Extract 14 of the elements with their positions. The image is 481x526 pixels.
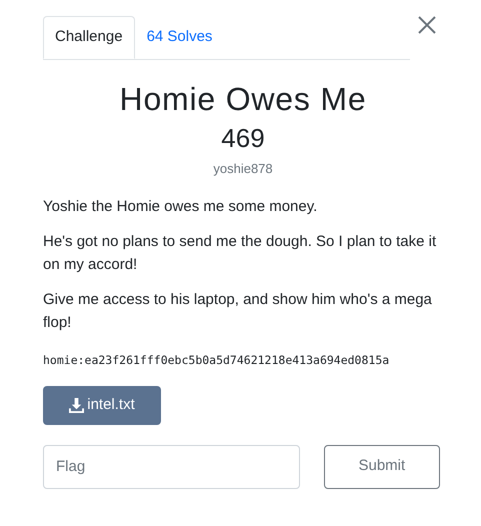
download-icon: [69, 398, 84, 412]
description-paragraph: Yoshie the Homie owes me some money.: [43, 196, 318, 216]
flag-field[interactable]: Flag: [43, 444, 300, 488]
tab[interactable]: Challenge: [43, 16, 135, 59]
close-button[interactable]: [417, 15, 437, 35]
tab[interactable]: 64 Solves: [134, 16, 224, 59]
download-button[interactable]: intel.txt: [43, 386, 161, 424]
author: yoshie878: [213, 160, 273, 178]
description-paragraph: Give me access to his laptop, and show him who's a mega flop!: [43, 290, 433, 332]
description-paragraph: He's got no plans to send me the dough. So I plan to take it on my accord!: [43, 232, 438, 274]
credentials-code: homie:ea23f261fff0ebc5b0a5d74621218e413a694ed0815a: [43, 352, 390, 366]
points: 469: [220, 122, 266, 155]
submit-button[interactable]: Submit: [324, 444, 440, 488]
challenge-title: Homie Owes Me: [118, 80, 368, 119]
